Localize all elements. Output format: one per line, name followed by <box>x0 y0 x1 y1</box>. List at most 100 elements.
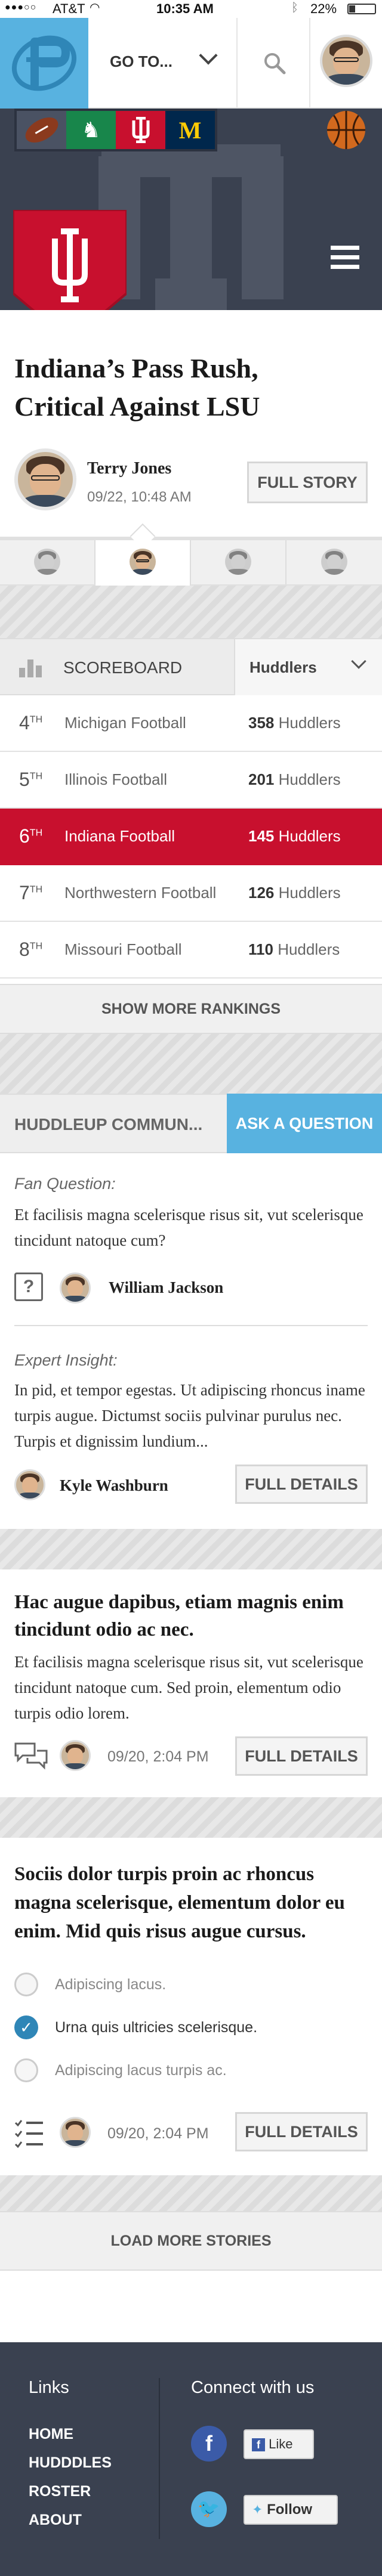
poll-author-avatar[interactable] <box>60 2117 91 2148</box>
ranking-list: 4TH Michigan Football 358 Huddlers 5TH Illi… <box>0 695 382 979</box>
poll-option-selected[interactable]: ✓ Urna quis ultricies scelerisque. <box>14 2013 368 2043</box>
divider-band <box>0 1797 382 1838</box>
tab-michigan-state[interactable]: ♞ <box>66 111 116 149</box>
story-author-avatar[interactable] <box>60 1740 91 1771</box>
footer-link-roster[interactable]: ROSTER <box>29 2483 91 2500</box>
team-name: Missouri Football <box>64 940 182 958</box>
radio-checked-icon: ✓ <box>14 2015 38 2039</box>
logo-button[interactable] <box>0 18 88 109</box>
spacer <box>0 2271 382 2342</box>
poll-option-label: Adipiscing lacus turpis ac. <box>55 2062 227 2079</box>
hero-title[interactable]: Indiana’s Pass Rush, Critical Against LS… <box>14 349 325 426</box>
team-name: Illinois Football <box>64 770 167 788</box>
battery-label: 22% <box>310 1 337 16</box>
ask-question-button[interactable]: ASK A QUESTION <box>227 1094 382 1153</box>
tab-community[interactable]: HUDDLEUP COMMUN... <box>14 1115 202 1134</box>
full-details-button[interactable]: FULL DETAILS <box>235 1736 368 1776</box>
fan-avatar[interactable] <box>60 1272 91 1304</box>
twitter-follow-button[interactable]: ✦ Follow <box>244 2495 338 2525</box>
facebook-icon[interactable]: f <box>191 2426 227 2462</box>
goto-label: GO TO... <box>110 52 172 70</box>
tab-basketball[interactable] <box>327 111 365 149</box>
facebook-small-icon: f <box>252 2438 265 2452</box>
ranking-row-active[interactable]: 6TH Indiana Football 145 Huddlers <box>0 809 382 865</box>
spartan-icon: ♞ <box>81 117 101 142</box>
facebook-like-button[interactable]: f Like <box>244 2429 314 2459</box>
scoreboard-header: SCOREBOARD Huddlers <box>0 638 382 695</box>
community-card: Fan Question: Et facilisis magna sceleri… <box>0 1153 382 1523</box>
author-avatar[interactable] <box>14 448 76 510</box>
bar-chart-icon <box>19 660 42 677</box>
signal-icon: ●●●○○ <box>5 2 37 13</box>
footer-links-title: Links <box>29 2378 69 2397</box>
chevron-down-icon <box>199 46 218 65</box>
huddler-count: 358 Huddlers <box>248 714 341 732</box>
poll-option-label: Urna quis ultricies scelerisque. <box>55 2019 258 2036</box>
tab-michigan[interactable]: M <box>165 111 215 149</box>
tab-indiana[interactable] <box>116 111 165 149</box>
expert-insight-text[interactable]: In pid, et tempor egestas. Ut adipiscing… <box>14 1377 366 1455</box>
author-tab[interactable] <box>0 540 96 584</box>
goto-dropdown[interactable]: GO TO... <box>88 18 238 107</box>
menu-button[interactable] <box>331 246 359 270</box>
story-title[interactable]: Hac augue dapibus, etiam magnis enim tin… <box>14 1589 368 1643</box>
like-label: Like <box>269 2436 293 2451</box>
connect-title: Connect with us <box>191 2378 315 2397</box>
huddlers-filter[interactable]: Huddlers <box>234 639 382 695</box>
full-details-button[interactable]: FULL DETAILS <box>235 1465 368 1504</box>
basketball-icon <box>327 111 365 149</box>
fan-name[interactable]: William Jackson <box>109 1278 223 1297</box>
scoreboard: SCOREBOARD Huddlers 4TH Michigan Football… <box>0 638 382 1034</box>
follow-label: Follow <box>267 2501 313 2518</box>
ranking-row[interactable]: 8TH Missouri Football 110 Huddlers <box>0 922 382 979</box>
battery-icon <box>347 4 376 14</box>
author-name[interactable]: Terry Jones <box>87 459 171 478</box>
radio-unchecked-icon <box>14 2058 38 2082</box>
search-icon <box>264 53 286 75</box>
comments-icon <box>14 1742 48 1770</box>
poll-option[interactable]: Adipiscing lacus turpis ac. <box>14 2056 368 2086</box>
chevron-down-icon <box>351 654 366 669</box>
user-avatar[interactable] <box>320 35 372 87</box>
poll-option[interactable]: Adipiscing lacus. <box>14 1970 368 2000</box>
rank-number: 5TH <box>19 769 43 790</box>
divider-band <box>0 1529 382 1569</box>
carrier-label: AT&T <box>53 1 85 16</box>
indiana-logo-icon <box>132 117 149 143</box>
author-strip <box>0 523 382 586</box>
footer-link-about[interactable]: ABOUT <box>29 2512 82 2529</box>
twitter-small-icon: ✦ <box>252 2502 263 2517</box>
rank-number: 7TH <box>19 882 43 903</box>
scoreboard-title: SCOREBOARD <box>63 658 183 677</box>
poll-date: 09/20, 2:04 PM <box>107 2125 209 2142</box>
football-icon <box>21 112 62 148</box>
expert-insight-label: Expert Insight: <box>14 1351 118 1369</box>
load-more-stories-button[interactable]: LOAD MORE STORIES <box>0 2211 382 2271</box>
footer-link-huddles[interactable]: HUDDDLES <box>29 2454 112 2472</box>
author-tab-active[interactable] <box>96 523 191 586</box>
poll-option-label: Adipiscing lacus. <box>55 1976 167 1993</box>
expert-name[interactable]: Kyle Washburn <box>60 1476 168 1495</box>
ranking-row[interactable]: 7TH Northwestern Football 126 Huddlers <box>0 865 382 922</box>
twitter-icon[interactable]: 🐦 <box>191 2491 227 2527</box>
team-name: Northwestern Football <box>64 884 217 902</box>
full-details-button[interactable]: FULL DETAILS <box>235 2112 368 2151</box>
ranking-row[interactable]: 5TH Illinois Football 201 Huddlers <box>0 752 382 809</box>
ranking-row[interactable]: 4TH Michigan Football 358 Huddlers <box>0 695 382 752</box>
fan-question-text[interactable]: Et facilisis magna scelerisque risus sit… <box>14 1202 366 1253</box>
huddler-count: 110 Huddlers <box>248 940 340 958</box>
divider-band <box>0 586 382 638</box>
expert-avatar[interactable] <box>14 1469 45 1500</box>
tab-football[interactable] <box>17 111 66 149</box>
footer-link-home[interactable]: HOME <box>29 2426 73 2443</box>
hamburger-icon <box>331 246 359 270</box>
full-story-button[interactable]: FULL STORY <box>247 462 368 503</box>
poll-card: Sociis dolor turpis proin ac rhoncus mag… <box>0 1838 382 2172</box>
author-tab[interactable] <box>191 540 286 584</box>
huddler-count: 145 Huddlers <box>248 827 341 845</box>
search-button[interactable] <box>238 18 310 107</box>
list-icon <box>14 2120 43 2148</box>
radio-unchecked-icon <box>14 1973 38 1996</box>
show-more-rankings-button[interactable]: SHOW MORE RANKINGS <box>0 984 382 1034</box>
author-tab[interactable] <box>286 540 382 584</box>
